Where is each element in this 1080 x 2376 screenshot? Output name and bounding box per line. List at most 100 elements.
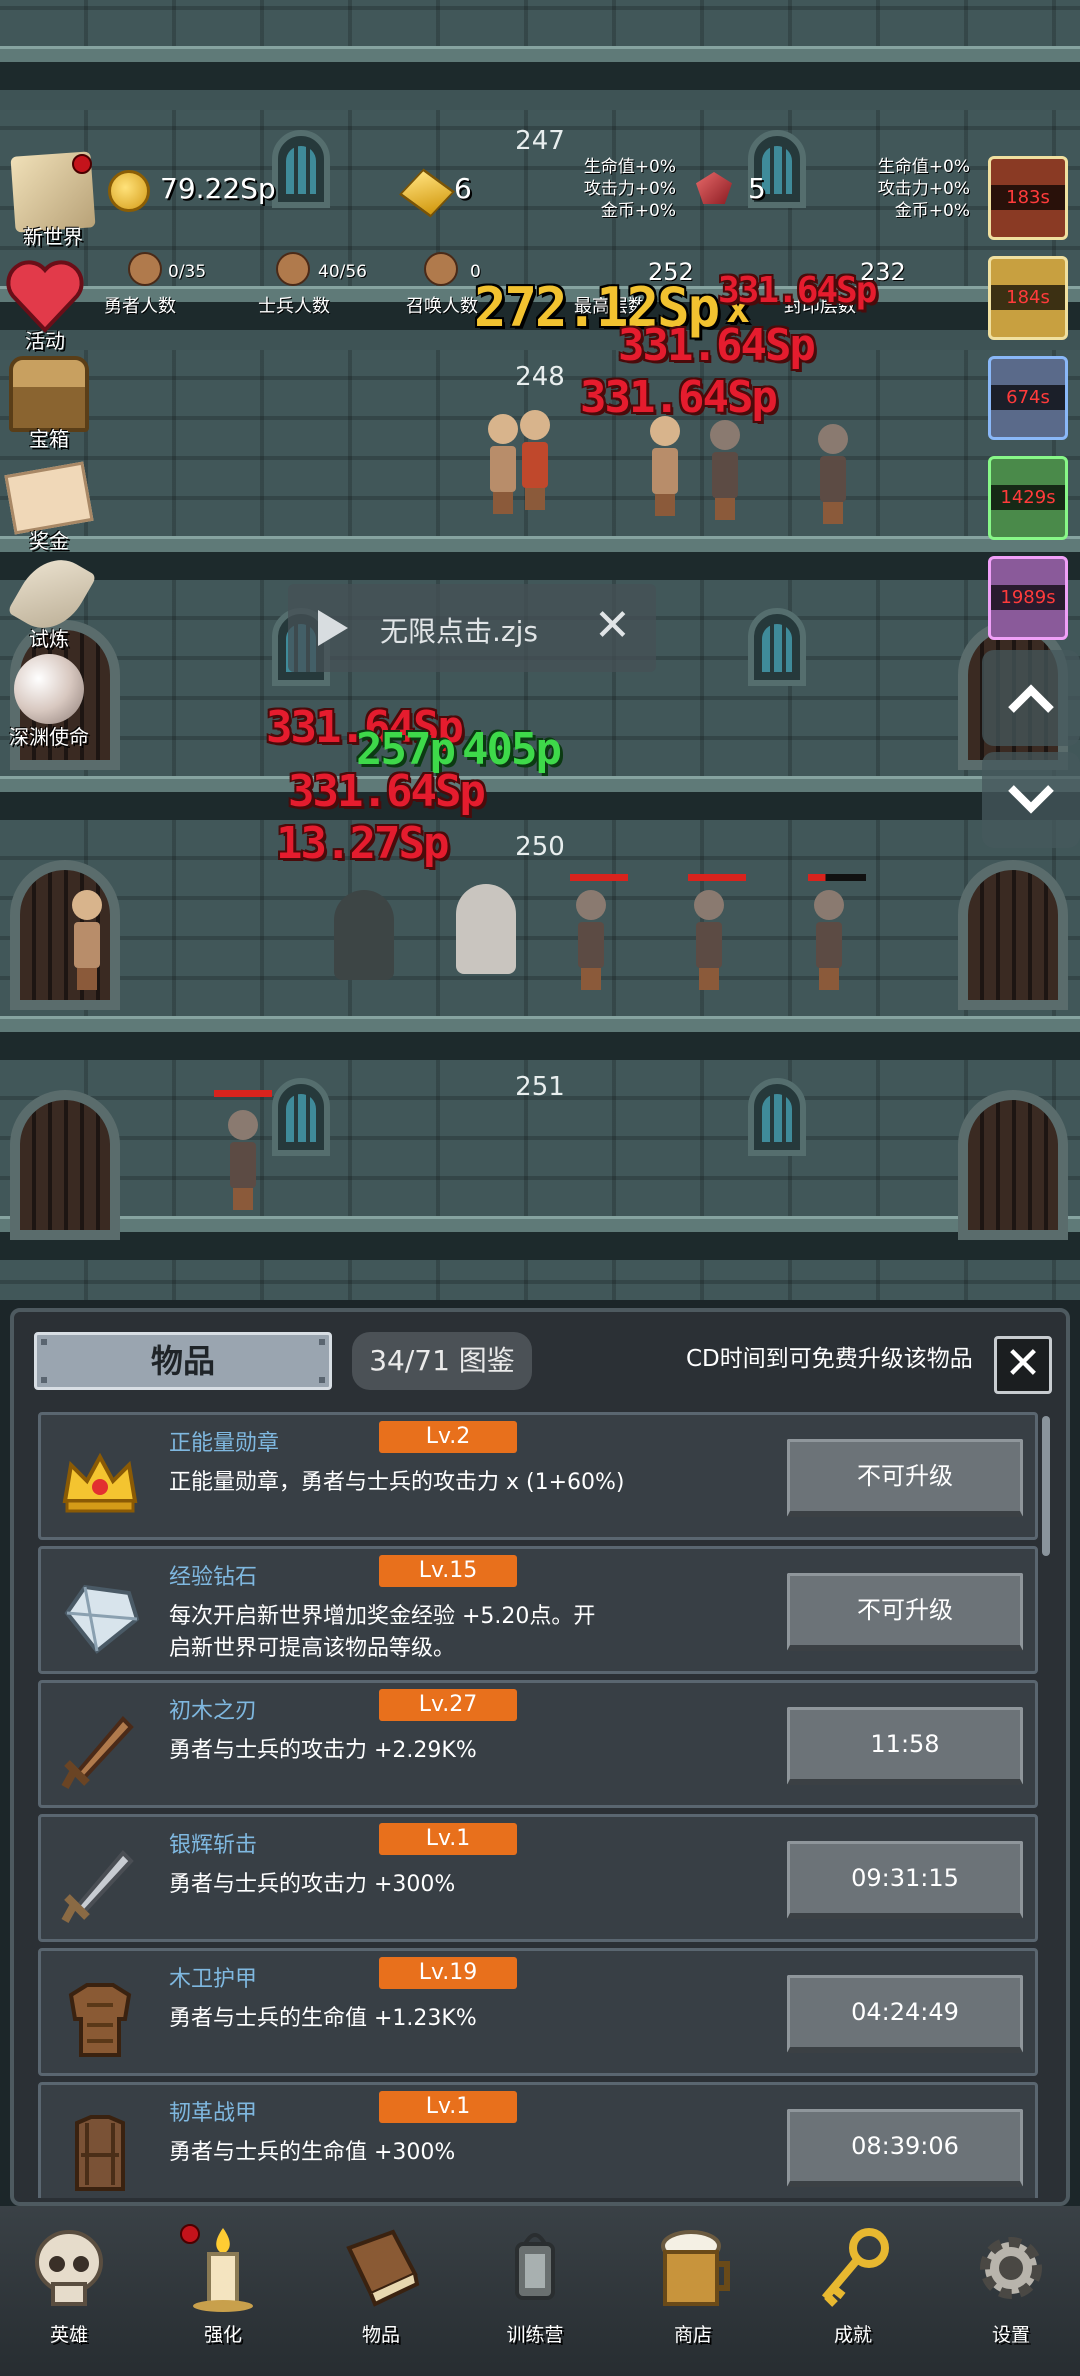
envelope-icon	[4, 461, 94, 535]
stat-atk: 攻击力+0%	[877, 179, 970, 199]
book-icon	[346, 2229, 420, 2307]
floor-number: 250	[515, 832, 565, 862]
damage-number: 331.64Sp	[580, 372, 778, 423]
floor-number: 248	[515, 362, 565, 392]
wooden-sword-icon	[61, 1716, 134, 1789]
list-scrollbar[interactable]	[1042, 1416, 1050, 1556]
scroll-down-button[interactable]	[982, 752, 1080, 848]
side-label: 奖金	[29, 529, 69, 553]
nav-achievements[interactable]: 成就	[798, 2220, 908, 2360]
hero-count-label: 勇者人数	[104, 296, 176, 317]
nav-label: 设置	[991, 2324, 1030, 2346]
buff-meat[interactable]: 183s	[988, 156, 1068, 240]
item-level-badge: Lv.15	[379, 1555, 517, 1587]
buff-candle[interactable]: 184s	[988, 256, 1068, 340]
codex-button[interactable]: 34/71 图鉴	[352, 1332, 532, 1390]
item-row: 木卫护甲 Lv.19 勇者与士兵的生命值 +1.23K% 04:24:49	[38, 1948, 1038, 2076]
nav-shop[interactable]: 商店	[638, 2220, 748, 2360]
stats-left: 生命值+0% 攻击力+0% 金币+0%	[560, 156, 676, 222]
leather-armor-icon	[75, 2115, 125, 2191]
soldier-count-label: 士兵人数	[258, 296, 330, 317]
enemy-health-bar	[214, 1090, 272, 1097]
item-row: 银辉斩击 Lv.1 勇者与士兵的攻击力 +300% 09:31:15	[38, 1814, 1038, 1942]
hero-head-icon	[128, 252, 162, 286]
pearl-icon	[14, 654, 84, 724]
damage-number: 13.27Sp	[276, 818, 449, 869]
play-icon[interactable]	[318, 610, 348, 646]
enemy-health-bar	[808, 874, 866, 881]
close-panel-button[interactable]: ✕	[994, 1336, 1052, 1394]
new-world-button[interactable]: 新世界	[8, 151, 98, 249]
zombie-enemy	[814, 890, 844, 990]
nav-settings[interactable]: 设置	[956, 2220, 1066, 2360]
notification-dot	[180, 2224, 200, 2244]
abyss-mission-button[interactable]: 深渊使命	[4, 654, 94, 749]
item-name: 经验钻石	[169, 1565, 258, 1590]
nav-label: 强化	[203, 2324, 242, 2346]
upgrade-timer-button[interactable]: 11:58	[787, 1707, 1023, 1785]
close-icon[interactable]: ✕	[594, 600, 631, 651]
upgrade-timer-button[interactable]: 04:24:49	[787, 1975, 1023, 2053]
item-description: 勇者与士兵的攻击力 +2.29K%	[169, 1738, 477, 1763]
item-level-badge: Lv.2	[379, 1421, 517, 1453]
side-label: 新世界	[23, 225, 83, 249]
side-label: 深渊使命	[9, 725, 89, 749]
zombie-enemy	[818, 424, 848, 524]
skull-icon	[35, 2230, 103, 2306]
stat-hp: 生命值+0%	[877, 157, 970, 177]
item-row: 经验钻石 Lv.15 每次开启新世界增加奖金经验 +5.20点。开启新世界可提高…	[38, 1546, 1038, 1674]
nav-label: 物品	[361, 2324, 400, 2346]
scroll-up-button[interactable]	[982, 650, 1080, 746]
buff-timer: 674s	[991, 385, 1065, 410]
heart-icon	[6, 260, 84, 333]
item-list[interactable]: 正能量勋章 Lv.2 正能量勋章，勇者与士兵的攻击力 x (1+60%) 不可升…	[38, 1412, 1038, 2198]
nav-enhance[interactable]: 强化	[168, 2220, 278, 2360]
ghost-enemy	[456, 884, 516, 974]
panel-title: 物品	[34, 1332, 332, 1390]
close-icon: ✕	[1004, 1338, 1042, 1389]
stat-atk: 攻击力+0%	[583, 179, 676, 199]
panel-title-text: 物品	[150, 1342, 215, 1380]
buff-scroll[interactable]: 1989s	[988, 556, 1068, 640]
nav-label: 成就	[833, 2324, 872, 2346]
buff-armor[interactable]: 674s	[988, 356, 1068, 440]
item-level-badge: Lv.1	[379, 2091, 517, 2123]
nav-items[interactable]: 物品	[326, 2220, 436, 2360]
diamond-icon	[64, 1584, 140, 1654]
item-row: 初木之刃 Lv.27 勇者与士兵的攻击力 +2.29K% 11:58	[38, 1680, 1038, 1808]
bonus-button[interactable]: 奖金	[4, 458, 94, 553]
upgrade-timer-button[interactable]: 09:31:15	[787, 1841, 1023, 1919]
item-name: 银辉斩击	[169, 1833, 258, 1858]
trial-button[interactable]: 试炼	[4, 546, 97, 651]
event-button[interactable]: 活动	[0, 258, 90, 353]
items-panel: 物品 34/71 图鉴 CD时间到可免费升级该物品 ✕ 正能量勋章 Lv.2 正…	[10, 1308, 1070, 2206]
enemy-health-bar	[688, 874, 746, 881]
buff-timer: 184s	[991, 285, 1065, 310]
gem-count: 5	[748, 172, 766, 205]
treasure-button[interactable]: 宝箱	[4, 356, 94, 451]
silver-sword-icon	[61, 1850, 134, 1923]
item-description: 勇者与士兵的攻击力 +300%	[169, 1872, 456, 1897]
floor-251: 251	[0, 1060, 1080, 1260]
upgrade-button[interactable]: 不可升级	[787, 1439, 1023, 1517]
item-description: 正能量勋章，勇者与士兵的攻击力 x (1+60%)	[169, 1470, 625, 1495]
upgrade-button[interactable]: 不可升级	[787, 1573, 1023, 1651]
side-label: 宝箱	[29, 427, 69, 451]
floor-number: 251	[515, 1072, 565, 1102]
item-level-badge: Lv.27	[379, 1689, 517, 1721]
nav-heroes[interactable]: 英雄	[14, 2220, 124, 2360]
upgrade-timer-button[interactable]: 08:39:06	[787, 2109, 1023, 2187]
key-icon	[821, 2228, 889, 2307]
chevron-up-icon	[1008, 684, 1054, 713]
item-name: 木卫护甲	[169, 1967, 258, 1992]
floor-252	[0, 1260, 1080, 1300]
item-description: 勇者与士兵的生命值 +1.23K%	[169, 2006, 477, 2031]
item-description: 勇者与士兵的生命值 +300%	[169, 2140, 456, 2165]
hero-count: 0/35	[168, 262, 207, 282]
nav-training-camp[interactable]: 训练营	[480, 2220, 590, 2360]
item-description: 每次开启新世界增加奖金经验 +5.20点。开启新世界可提高该物品等级。	[169, 1604, 596, 1661]
buff-potion[interactable]: 1429s	[988, 456, 1068, 540]
soldier-character	[488, 414, 518, 514]
item-row: 韧革战甲 Lv.1 勇者与士兵的生命值 +300% 08:39:06	[38, 2082, 1038, 2198]
buff-timer: 1429s	[991, 485, 1065, 510]
